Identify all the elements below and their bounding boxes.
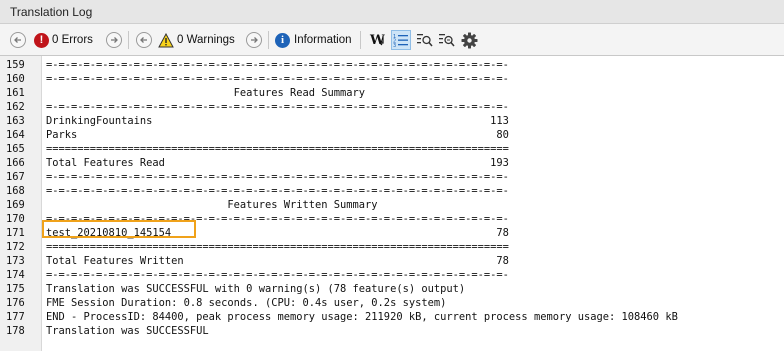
line-number: 167 bbox=[6, 171, 25, 183]
info-icon: i bbox=[275, 32, 290, 48]
log-line-text: =-=-=-=-=-=-=-=-=-=-=-=-=-=-=-=-=-=-=-=-… bbox=[46, 269, 509, 281]
information-label: Information bbox=[294, 34, 352, 46]
log-line-text: DrinkingFountains 113 bbox=[46, 115, 509, 127]
log-line-text: END - ProcessID: 84400, peak process mem… bbox=[46, 311, 678, 323]
arrow-left-icon bbox=[14, 37, 21, 43]
log-line-text: Translation was SUCCESSFUL with 0 warnin… bbox=[46, 283, 466, 295]
log-line-text: ========================================… bbox=[46, 143, 509, 155]
toolbar-divider bbox=[268, 31, 269, 49]
previous-warning-button[interactable] bbox=[136, 32, 152, 48]
log-line-text: =-=-=-=-=-=-=-=-=-=-=-=-=-=-=-=-=-=-=-=-… bbox=[46, 171, 509, 183]
line-number: 169 bbox=[6, 199, 25, 211]
warnings-label: 0 Warnings bbox=[177, 34, 235, 46]
arrow-right-icon bbox=[251, 37, 258, 43]
line-number: 170 bbox=[6, 213, 25, 225]
feature-type-highlight bbox=[42, 220, 196, 238]
line-number: 168 bbox=[6, 185, 25, 197]
window-title-bar: Translation Log bbox=[0, 0, 784, 24]
log-line-text: Translation was SUCCESSFUL bbox=[46, 325, 209, 337]
line-number: 174 bbox=[6, 269, 25, 281]
log-line-text: Features Read Summary bbox=[46, 87, 366, 99]
toolbar-divider bbox=[360, 31, 361, 49]
log-view[interactable]: 159 =-=-=-=-=-=-=-=-=-=-=-=-=-=-=-=-=-=-=… bbox=[0, 56, 784, 351]
line-number: 160 bbox=[6, 73, 25, 85]
line-number: 162 bbox=[6, 101, 25, 113]
error-icon: ! bbox=[34, 32, 49, 48]
line-numbers-button[interactable]: 1 2 3 bbox=[391, 30, 411, 50]
line-number: 171 bbox=[6, 227, 25, 239]
log-line-text: Features Written Summary bbox=[46, 199, 378, 211]
find-text-icon bbox=[416, 34, 433, 47]
information-filter-button[interactable]: i Information bbox=[275, 30, 352, 50]
log-line-text: FME Session Duration: 0.8 seconds. (CPU:… bbox=[46, 297, 447, 309]
line-numbers-icon: 1 2 3 bbox=[393, 34, 408, 47]
line-number: 175 bbox=[6, 283, 25, 295]
errors-label: 0 Errors bbox=[52, 34, 93, 46]
line-number: 166 bbox=[6, 157, 25, 169]
word-wrap-button[interactable]: W bbox=[368, 30, 388, 50]
log-toolbar: ! 0 Errors 0 Warnings i Information W 1 bbox=[0, 24, 784, 56]
log-line-text: =-=-=-=-=-=-=-=-=-=-=-=-=-=-=-=-=-=-=-=-… bbox=[46, 73, 509, 85]
log-line-text: =-=-=-=-=-=-=-=-=-=-=-=-=-=-=-=-=-=-=-=-… bbox=[46, 101, 509, 113]
arrow-left-icon bbox=[140, 37, 147, 43]
line-number: 177 bbox=[6, 311, 25, 323]
line-number: 173 bbox=[6, 255, 25, 267]
warnings-filter-button[interactable]: 0 Warnings bbox=[158, 30, 235, 50]
svg-text:3: 3 bbox=[393, 43, 396, 47]
log-line-text: =-=-=-=-=-=-=-=-=-=-=-=-=-=-=-=-=-=-=-=-… bbox=[46, 185, 509, 197]
line-number: 165 bbox=[6, 143, 25, 155]
next-error-button[interactable] bbox=[106, 32, 122, 48]
toolbar-divider bbox=[128, 31, 129, 49]
find-next-button[interactable] bbox=[436, 30, 456, 50]
find-button[interactable] bbox=[414, 30, 434, 50]
line-number: 159 bbox=[6, 59, 25, 71]
log-line-text: Total Features Written 78 bbox=[46, 255, 509, 267]
warning-icon bbox=[158, 32, 174, 47]
line-number: 172 bbox=[6, 241, 25, 253]
window-title: Translation Log bbox=[10, 5, 93, 19]
log-line-text: Parks 80 bbox=[46, 129, 509, 141]
line-number: 163 bbox=[6, 115, 25, 127]
log-line-text: Total Features Read 193 bbox=[46, 157, 509, 169]
line-number: 176 bbox=[6, 297, 25, 309]
gear-icon bbox=[461, 32, 477, 48]
errors-filter-button[interactable]: ! 0 Errors bbox=[34, 30, 93, 50]
previous-error-button[interactable] bbox=[10, 32, 26, 48]
word-wrap-icon: W bbox=[369, 33, 385, 48]
line-number: 178 bbox=[6, 325, 25, 337]
log-line-text: =-=-=-=-=-=-=-=-=-=-=-=-=-=-=-=-=-=-=-=-… bbox=[46, 59, 509, 71]
find-next-icon bbox=[438, 34, 455, 47]
next-warning-button[interactable] bbox=[246, 32, 262, 48]
line-number: 161 bbox=[6, 87, 25, 99]
settings-button[interactable] bbox=[459, 30, 479, 50]
line-number: 164 bbox=[6, 129, 25, 141]
arrow-right-icon bbox=[111, 37, 118, 43]
log-line-text: ========================================… bbox=[46, 241, 509, 253]
